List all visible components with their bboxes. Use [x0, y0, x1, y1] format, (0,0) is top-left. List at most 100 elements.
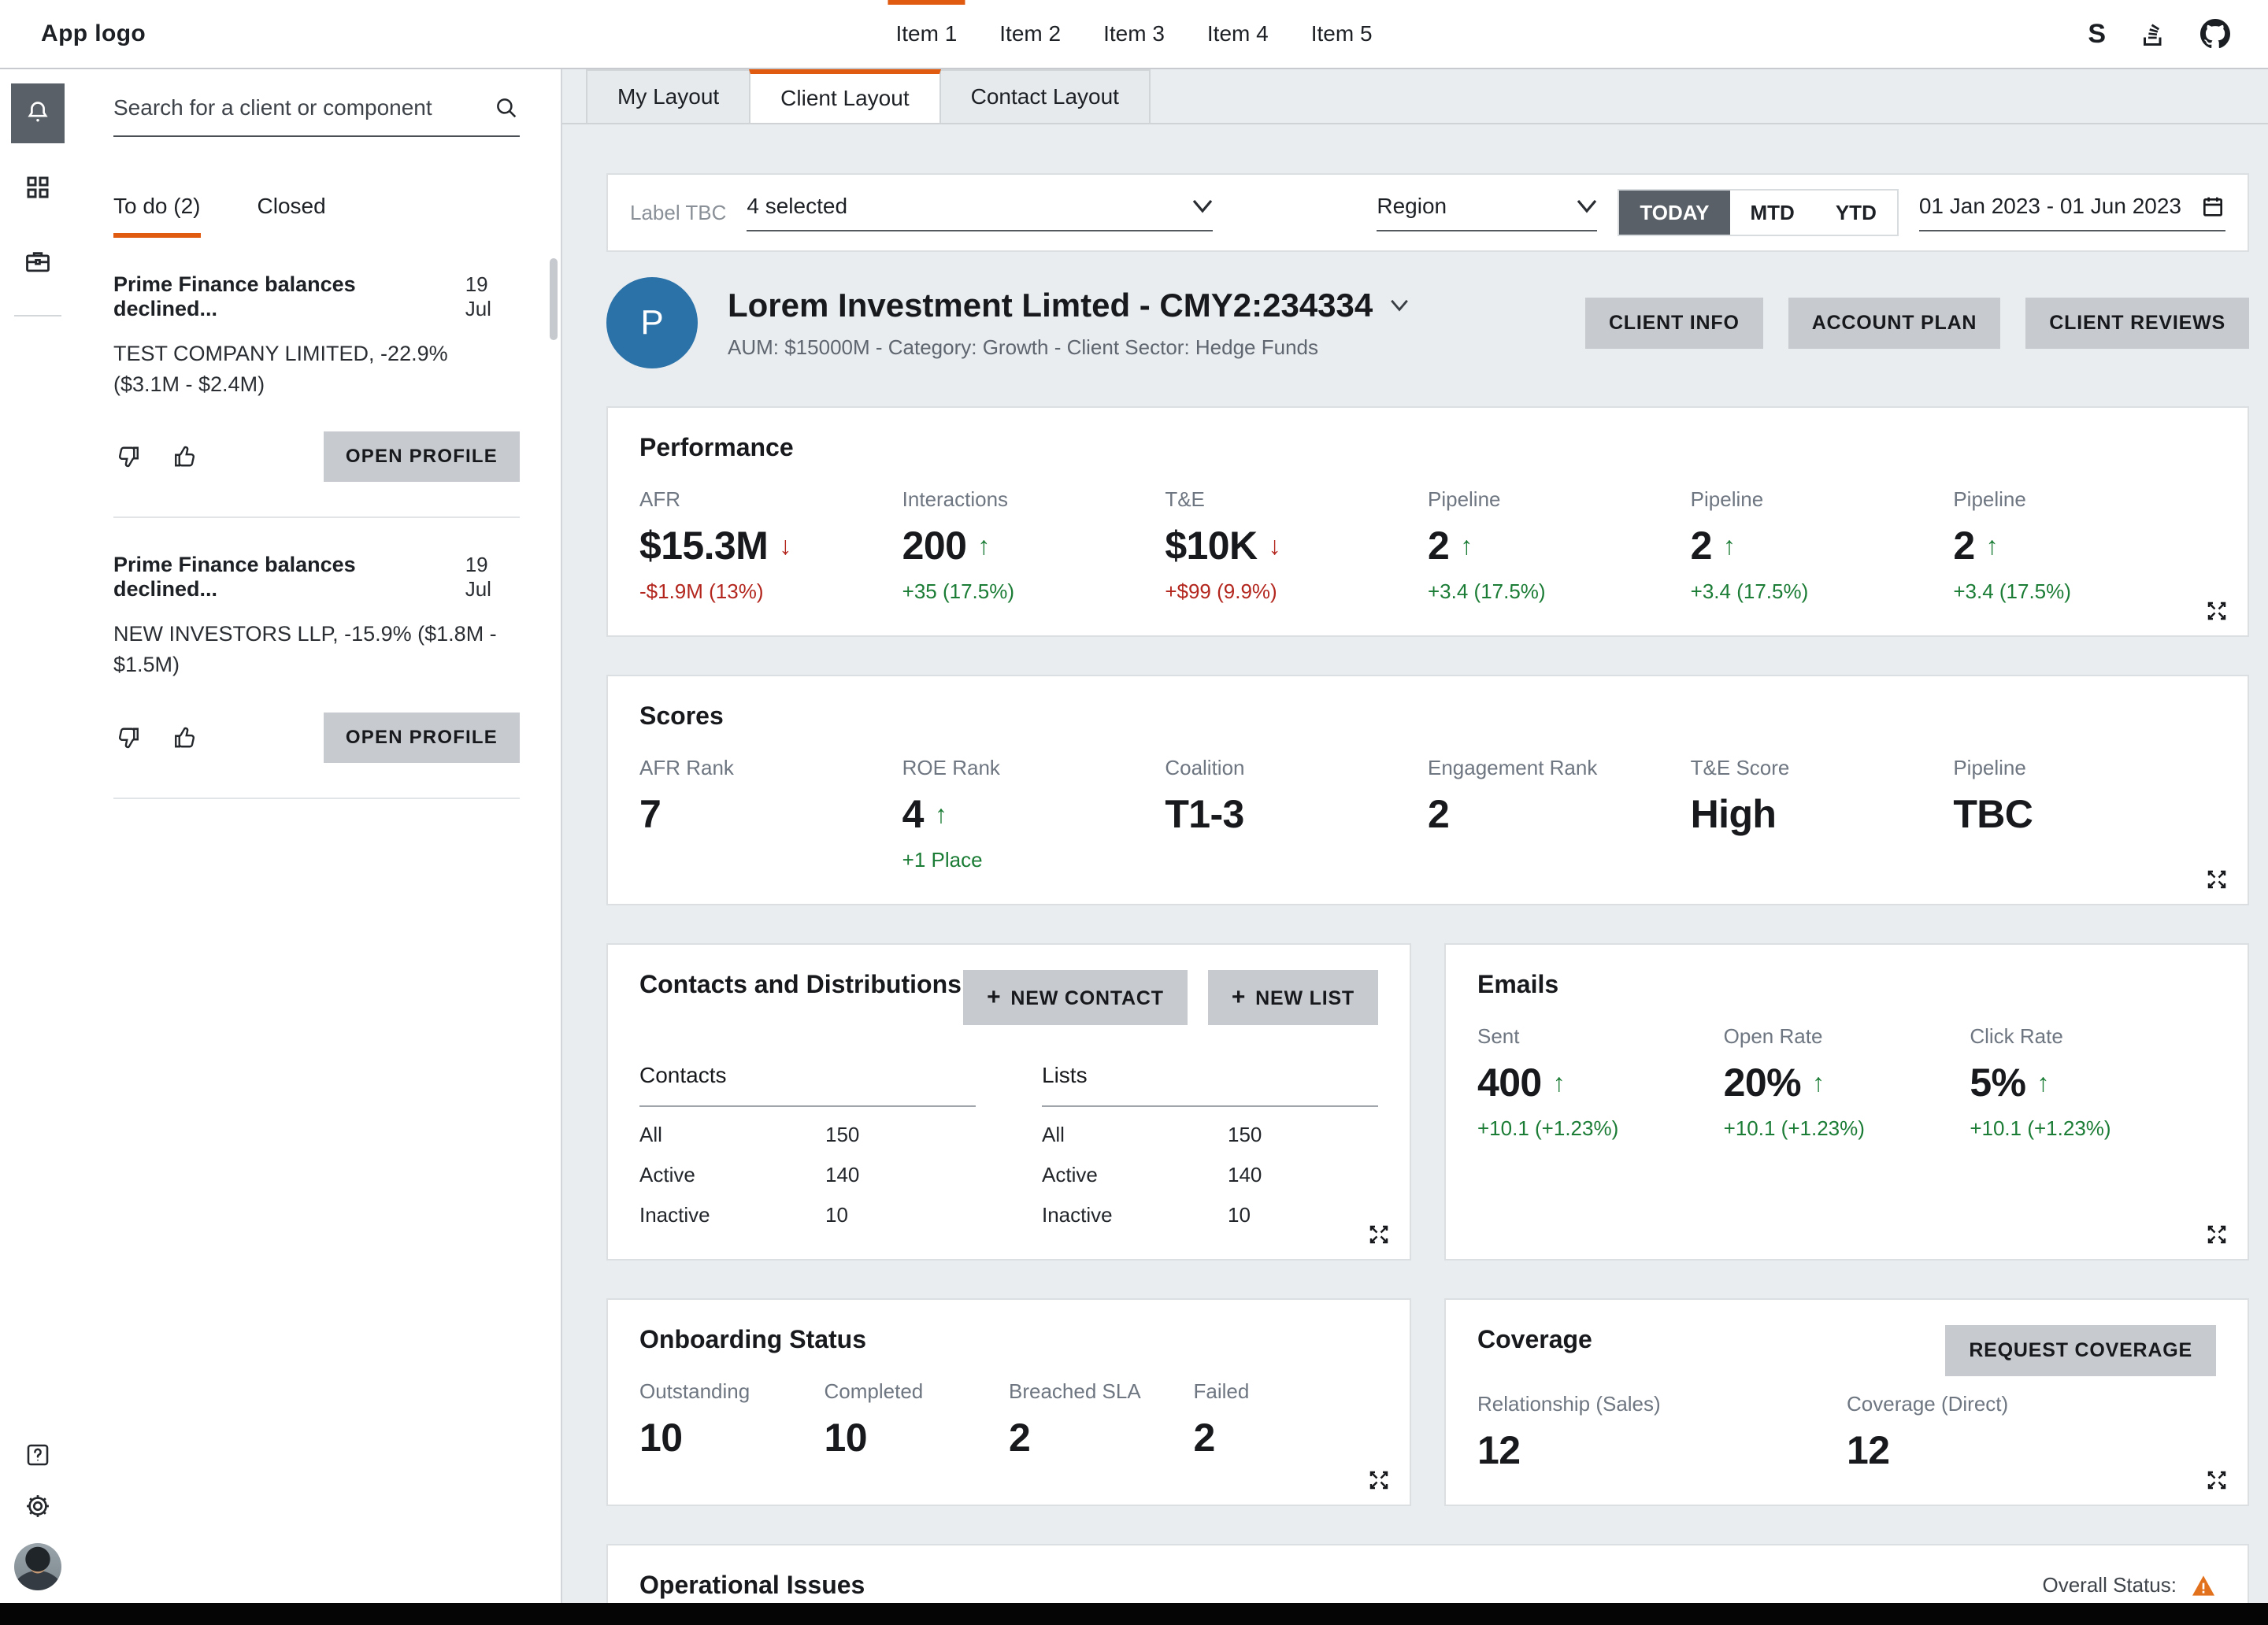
metric-pipeline: Pipeline 2↑ +3.4 (17.5%) [1428, 487, 1691, 604]
tab-contact-layout[interactable]: Contact Layout [939, 69, 1151, 123]
notification-date: 19 Jul [465, 553, 520, 602]
metric-sent: Sent 400↑ +10.1 (+1.23%) [1477, 1024, 1724, 1141]
settings-gear-icon[interactable] [23, 1491, 53, 1521]
region-value: Region [1377, 194, 1447, 219]
metric-afr: AFR $15.3M↓ -$1.9M (13%) [639, 487, 902, 604]
table-row: Active140 [639, 1163, 976, 1187]
new-list-button[interactable]: +NEW LIST [1208, 970, 1378, 1025]
metric-interactions: Interactions 200↑ +35 (17.5%) [902, 487, 1166, 604]
trend-down-icon: ↓ [1268, 531, 1280, 561]
trend-down-icon: ↓ [779, 531, 791, 561]
nav-item-4[interactable]: Item 4 [1207, 0, 1269, 68]
card-title: Emails [1477, 970, 2216, 999]
thumbs-up-icon[interactable] [172, 442, 200, 471]
performance-card: Performance AFR $15.3M↓ -$1.9M (13%) Int… [606, 406, 2249, 637]
segment-today[interactable]: TODAY [1619, 191, 1729, 235]
new-contact-button[interactable]: +NEW CONTACT [963, 970, 1188, 1025]
card-title: Onboarding Status [639, 1325, 1378, 1354]
table-row: Active140 [1042, 1163, 1378, 1187]
navbar-right-icons: S [2088, 19, 2230, 50]
client-header: P Lorem Investment Limted - CMY2:234334 … [606, 277, 2249, 368]
expand-icon[interactable] [2205, 599, 2229, 623]
chevron-down-icon[interactable] [1390, 299, 1409, 312]
request-coverage-button[interactable]: REQUEST COVERAGE [1945, 1325, 2216, 1376]
github-icon[interactable] [2200, 19, 2230, 49]
trend-up-icon: ↑ [1812, 1068, 1825, 1098]
divider [113, 798, 520, 799]
metric-pipeline-score: Pipeline TBC [1953, 756, 2216, 872]
expand-icon[interactable] [1367, 1223, 1391, 1246]
client-info-button[interactable]: CLIENT INFO [1585, 298, 1763, 349]
chevron-down-icon [1577, 199, 1597, 213]
coverage-card: Coverage REQUEST COVERAGE Relationship (… [1444, 1298, 2249, 1506]
metric-coverage-direct: Coverage (Direct) 12 [1847, 1392, 2216, 1473]
client-reviews-button[interactable]: CLIENT REVIEWS [2025, 298, 2249, 349]
briefcase-icon[interactable] [11, 231, 65, 291]
overall-status: Overall Status: [2042, 1573, 2216, 1598]
scores-card: Scores AFR Rank 7 ROE Rank 4↑ +1 Place C… [606, 675, 2249, 905]
metric-breached-sla: Breached SLA 2 [1009, 1379, 1194, 1460]
nav-item-2[interactable]: Item 2 [999, 0, 1061, 68]
stackoverflow-icon[interactable] [2139, 20, 2167, 48]
notifications-bell-icon[interactable] [11, 83, 65, 143]
filter-bar: Label TBC 4 selected Region TODAY MTD YT… [606, 173, 2249, 252]
calendar-icon [2200, 194, 2225, 219]
thumbs-up-icon[interactable] [172, 724, 200, 752]
open-profile-button[interactable]: OPEN PROFILE [324, 431, 520, 482]
table-row: All150 [639, 1123, 976, 1147]
account-plan-button[interactable]: ACCOUNT PLAN [1788, 298, 2001, 349]
segment-mtd[interactable]: MTD [1730, 191, 1815, 235]
metric-te: T&E $10K↓ +$99 (9.9%) [1165, 487, 1428, 604]
expand-icon[interactable] [1367, 1468, 1391, 1492]
primary-nav: Item 1 Item 2 Item 3 Item 4 Item 5 [895, 0, 1372, 68]
date-range-segment: TODAY MTD YTD [1618, 189, 1898, 236]
region-dropdown[interactable]: Region [1377, 194, 1597, 231]
thumbs-down-icon[interactable] [113, 442, 142, 471]
open-profile-button[interactable]: OPEN PROFILE [324, 713, 520, 763]
notification-title: Prime Finance balances declined... [113, 272, 465, 321]
date-range-value: 01 Jan 2023 - 01 Jun 2023 [1919, 194, 2181, 219]
trend-up-icon: ↑ [1460, 531, 1473, 561]
segment-ytd[interactable]: YTD [1815, 191, 1897, 235]
icon-rail [0, 69, 76, 1603]
multiselect-dropdown[interactable]: 4 selected [747, 194, 1213, 231]
expand-icon[interactable] [2205, 1468, 2229, 1492]
card-title: Coverage [1477, 1325, 1592, 1354]
top-navbar: App logo Item 1 Item 2 Item 3 Item 4 Ite… [0, 0, 2268, 69]
card-title: Scores [639, 701, 2216, 731]
trend-up-icon: ↑ [1553, 1068, 1566, 1098]
date-range-picker[interactable]: 01 Jan 2023 - 01 Jun 2023 [1919, 194, 2225, 231]
user-avatar[interactable] [14, 1543, 61, 1590]
filter-label: Label TBC [630, 201, 726, 225]
thumbs-down-icon[interactable] [113, 724, 142, 752]
s-icon[interactable]: S [2088, 19, 2106, 50]
metric-engagement-rank: Engagement Rank 2 [1428, 756, 1691, 872]
client-name-row: Lorem Investment Limted - CMY2:234334 [728, 287, 1409, 324]
search-icon[interactable] [493, 94, 520, 121]
apps-grid-icon[interactable] [11, 157, 65, 217]
expand-icon[interactable] [2205, 868, 2229, 891]
panel-scrollbar[interactable] [550, 258, 558, 340]
chevron-down-icon [1192, 199, 1213, 213]
nav-item-5[interactable]: Item 5 [1311, 0, 1373, 68]
metric-outstanding: Outstanding 10 [639, 1379, 825, 1460]
plus-icon: + [987, 984, 1001, 1010]
tab-my-layout[interactable]: My Layout [586, 69, 750, 123]
search-input[interactable] [113, 95, 493, 120]
tab-closed[interactable]: Closed [258, 194, 326, 238]
notification-card: Prime Finance balances declined... 19 Ju… [113, 518, 520, 798]
emails-card: Emails Sent 400↑ +10.1 (+1.23%) Open Rat… [1444, 943, 2249, 1260]
onboarding-status-card: Onboarding Status Outstanding 10 Complet… [606, 1298, 1411, 1506]
help-icon[interactable] [24, 1441, 52, 1469]
tab-todo[interactable]: To do (2) [113, 194, 201, 238]
notification-date: 19 Jul [465, 272, 520, 321]
nav-item-3[interactable]: Item 3 [1103, 0, 1165, 68]
table-row: All150 [1042, 1123, 1378, 1147]
trend-up-icon: ↑ [2036, 1068, 2049, 1098]
client-avatar: P [606, 277, 698, 368]
lists-column: Lists All150 Active140 Inactive10 [1042, 1063, 1378, 1227]
contacts-distributions-card: Contacts and Distributions +NEW CONTACT … [606, 943, 1411, 1260]
tab-client-layout[interactable]: Client Layout [749, 69, 940, 123]
nav-item-1[interactable]: Item 1 [895, 0, 957, 68]
expand-icon[interactable] [2205, 1223, 2229, 1246]
